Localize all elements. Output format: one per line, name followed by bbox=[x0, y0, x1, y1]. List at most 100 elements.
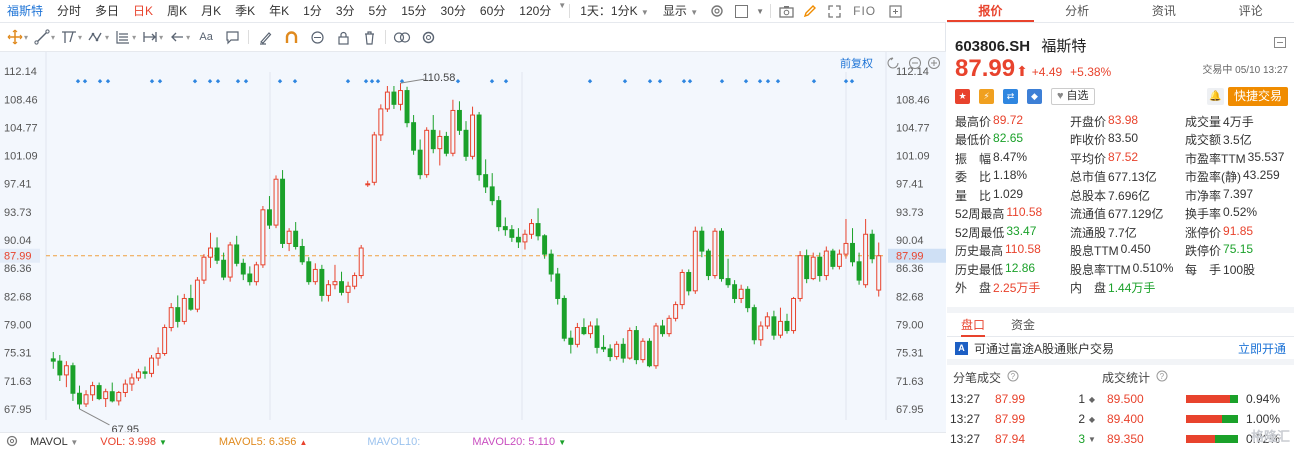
candle-body bbox=[253, 264, 259, 283]
quote-tab[interactable]: 报价 bbox=[947, 0, 1034, 22]
quote-cell: 外 盘 2.25万手 bbox=[955, 279, 1070, 296]
tag-icon[interactable]: ◆ bbox=[1027, 88, 1042, 104]
chevron-down-icon[interactable]: ▼ bbox=[755, 1, 765, 21]
y-tick-label-left: 101.09 bbox=[4, 151, 38, 163]
candle-body bbox=[306, 261, 312, 283]
quote-row: 量 比 1.029 总股本 7.696亿 市净率 7.397 bbox=[955, 186, 1290, 205]
quote-tab[interactable]: 资讯 bbox=[1121, 0, 1208, 22]
settings-icon[interactable] bbox=[415, 26, 441, 48]
measure-tool-icon[interactable]: ▾ bbox=[139, 26, 166, 48]
price-row: 87.99 ⬆ +4.49 +5.38% 交易中 05/10 13:27 bbox=[947, 55, 1294, 83]
help-icon[interactable]: ? bbox=[1156, 370, 1168, 385]
stock-name-tab[interactable]: 福斯特 bbox=[0, 0, 50, 22]
price-change: +4.49 bbox=[1031, 65, 1063, 79]
quick-trade-button[interactable]: 快捷交易 bbox=[1227, 87, 1288, 106]
candle-body bbox=[863, 233, 869, 286]
period-tab[interactable]: 3分 bbox=[329, 0, 362, 22]
trash-icon[interactable] bbox=[356, 26, 382, 48]
note-tool-icon[interactable] bbox=[219, 26, 245, 48]
quote-tab[interactable]: 分析 bbox=[1034, 0, 1121, 22]
quote-label: 52周最低 bbox=[955, 225, 1005, 240]
fund-tab[interactable]: 资金 bbox=[1011, 313, 1035, 337]
candle-body bbox=[725, 278, 731, 286]
wave-tool-icon[interactable]: ▾ bbox=[85, 26, 112, 48]
lock-rotate-icon[interactable] bbox=[304, 26, 330, 48]
fullscreen-icon[interactable] bbox=[824, 1, 844, 21]
y-tick-label-right: 71.63 bbox=[896, 376, 924, 388]
candle-body bbox=[443, 135, 449, 154]
period-tab[interactable]: 月K bbox=[194, 0, 228, 22]
candle-body bbox=[57, 360, 63, 376]
channel-tool-icon[interactable]: ▾ bbox=[58, 26, 85, 48]
quote-cell: 换手率 0.52% bbox=[1185, 205, 1290, 222]
quote-cell: 市净率 7.397 bbox=[1185, 187, 1290, 204]
period-tab[interactable]: 1分 bbox=[296, 0, 329, 22]
chevron-down-icon: ▼ bbox=[640, 8, 649, 17]
fib-tool-icon[interactable]: ▾ bbox=[112, 26, 139, 48]
checkbox-icon[interactable] bbox=[731, 1, 751, 21]
crosshair-icon[interactable]: ▾ bbox=[4, 26, 31, 48]
fio-button[interactable]: FIO bbox=[846, 0, 883, 22]
display-menu[interactable]: 显示 ▼ bbox=[656, 0, 705, 22]
settings-icon[interactable] bbox=[707, 1, 727, 21]
bell-icon[interactable]: 🔔 bbox=[1207, 88, 1224, 105]
period-tab[interactable]: 120分 bbox=[512, 0, 558, 22]
indicator-settings-icon[interactable] bbox=[0, 435, 24, 450]
pencil-icon[interactable] bbox=[800, 1, 820, 21]
camera-icon[interactable] bbox=[776, 1, 796, 21]
stat-bar-buy bbox=[1186, 395, 1231, 403]
candle-body bbox=[116, 391, 122, 402]
arrow-tool-icon[interactable]: ▾ bbox=[166, 26, 193, 48]
period-tab[interactable]: 分时 bbox=[50, 0, 88, 22]
quote-label: 成交量 bbox=[1185, 114, 1222, 129]
brush-icon[interactable] bbox=[252, 26, 278, 48]
candle-body bbox=[234, 244, 240, 264]
indicator-select[interactable]: MAVOL ▼ bbox=[24, 436, 84, 448]
period-tab[interactable]: 15分 bbox=[394, 0, 433, 22]
heart-icon: ♥ bbox=[1057, 89, 1064, 102]
quote-tab[interactable]: 评论 bbox=[1207, 0, 1294, 22]
period-tab[interactable]: 30分 bbox=[434, 0, 473, 22]
kline-chart[interactable]: 112.14 112.14 108.46 108.46 104.77 104.77 101.… bbox=[0, 52, 946, 436]
period-tab[interactable]: 季K bbox=[228, 0, 262, 22]
quote-label: 涨停价 bbox=[1185, 225, 1222, 240]
candle-body bbox=[640, 340, 646, 361]
quote-label: 内 盘 bbox=[1070, 281, 1107, 296]
expand-icon[interactable] bbox=[885, 1, 905, 21]
candle-body bbox=[594, 325, 600, 348]
compare-icon[interactable] bbox=[389, 26, 415, 48]
period-tab[interactable]: 5分 bbox=[362, 0, 395, 22]
quote-value: 0.510% bbox=[1132, 260, 1174, 275]
last-price: 87.99 bbox=[955, 55, 1016, 82]
open-account-link[interactable]: 立即开通 bbox=[1238, 340, 1286, 357]
candle-body bbox=[103, 391, 109, 400]
period-tab[interactable]: 周K bbox=[160, 0, 194, 22]
chevron-down-icon[interactable]: ▼ bbox=[558, 1, 566, 22]
add-favorite-button[interactable]: ♥ 自选 bbox=[1051, 87, 1095, 105]
period-tab[interactable]: 年K bbox=[262, 0, 296, 22]
candle-body bbox=[122, 383, 128, 393]
signal-dot bbox=[345, 79, 351, 84]
quote-cell: 振 幅 8.47% bbox=[955, 150, 1070, 167]
line-tool-icon[interactable]: ▾ bbox=[31, 26, 58, 48]
adjust-mode-label: 前复权 bbox=[840, 56, 873, 70]
period-tab[interactable]: 60分 bbox=[473, 0, 512, 22]
period-tab[interactable]: 多日 bbox=[88, 0, 126, 22]
lock-icon[interactable] bbox=[330, 26, 356, 48]
lightning-icon[interactable]: ⚡ bbox=[979, 88, 994, 104]
watermark: 格隆汇 bbox=[1250, 429, 1290, 444]
text-tool[interactable]: Aa bbox=[193, 26, 219, 48]
shuffle-icon[interactable]: ⇄ bbox=[1003, 88, 1018, 104]
fund-tab[interactable]: 盘口 bbox=[961, 313, 986, 337]
panel-menu-icon[interactable] bbox=[1274, 37, 1286, 51]
candle-body bbox=[496, 200, 502, 228]
candle-body bbox=[162, 327, 168, 355]
multi-period-select[interactable]: 1天：1分K ▼ bbox=[573, 0, 656, 22]
quote-cell: 量 比 1.029 bbox=[955, 187, 1070, 204]
magnet-icon[interactable] bbox=[278, 26, 304, 48]
quote-value: 110.58 bbox=[1006, 205, 1043, 220]
period-tab[interactable]: 日K bbox=[126, 0, 160, 22]
help-icon[interactable]: ? bbox=[1007, 370, 1019, 385]
signal-dot bbox=[369, 79, 375, 84]
candle-body bbox=[430, 129, 436, 150]
